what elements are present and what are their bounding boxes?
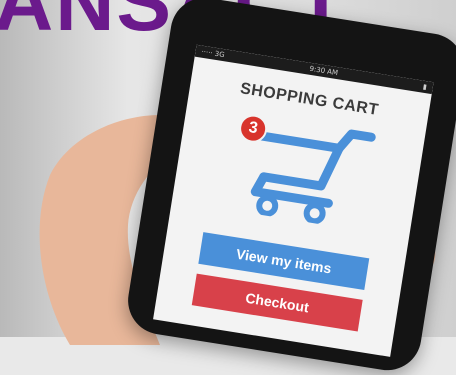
carrier-signal: ····· 3G xyxy=(200,47,226,60)
status-time: 9:30 AM xyxy=(308,64,339,78)
phone-screen: ····· 3G 9:30 AM ▮ SHOPPING CART 3 View … xyxy=(153,44,434,357)
battery-icon: ▮ xyxy=(422,82,428,92)
cart-graphic: 3 xyxy=(216,109,380,231)
smartphone: ····· 3G 9:30 AM ▮ SHOPPING CART 3 View … xyxy=(123,0,456,375)
